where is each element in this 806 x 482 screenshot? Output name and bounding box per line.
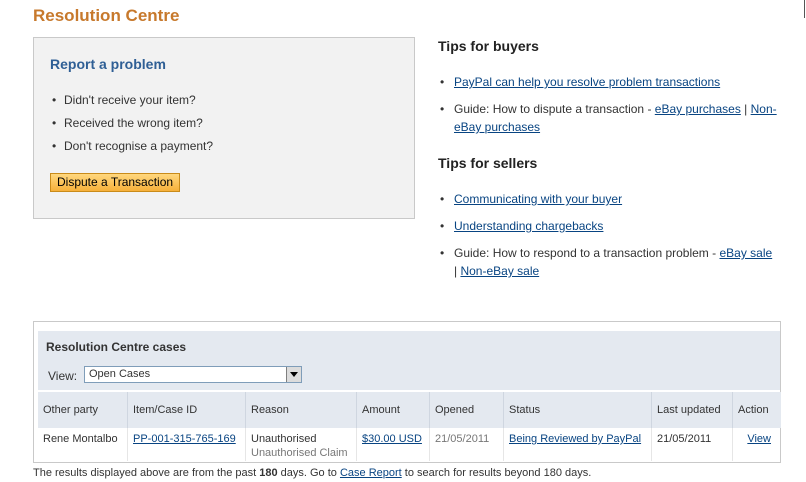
guide-text: Guide: How to respond to a transaction p… — [454, 246, 720, 260]
case-id-cell: PP-001-315-765-169 — [127, 428, 246, 461]
footnote-middle: days. Go to — [277, 467, 340, 479]
column-header: Action — [732, 392, 781, 428]
chargebacks-link[interactable]: Understanding chargebacks — [454, 219, 603, 233]
view-select-value: Open Cases — [89, 368, 151, 380]
column-header: Opened — [429, 392, 504, 428]
reason-text: Unauthorised — [251, 433, 317, 445]
ebay-purchases-link[interactable]: eBay purchases — [655, 102, 741, 116]
list-item: Didn't receive your item? — [52, 92, 213, 115]
list-item: Understanding chargebacks — [438, 217, 778, 235]
resolve-problems-link[interactable]: PayPal can help you resolve problem tran… — [454, 75, 720, 89]
cases-header: Resolution Centre cases — [38, 331, 780, 361]
page-title: Resolution Centre — [33, 6, 180, 25]
non-ebay-sale-link[interactable]: Non-eBay sale — [460, 264, 539, 278]
view-case-link[interactable]: View — [747, 433, 771, 445]
chevron-down-icon[interactable] — [286, 367, 301, 382]
other-party-cell: Rene Montalbo — [38, 428, 128, 461]
guide-text: Guide: How to dispute a transaction - — [454, 102, 655, 116]
divider — [804, 0, 805, 18]
list-item: PayPal can help you resolve problem tran… — [438, 73, 778, 91]
view-filter-row: View: Open Cases — [38, 360, 780, 390]
table-header-row: Other party Item/Case ID Reason Amount O… — [38, 392, 781, 428]
cases-title: Resolution Centre cases — [46, 340, 187, 354]
column-header: Last updated — [651, 392, 733, 428]
list-item: Guide: How to dispute a transaction - eB… — [438, 100, 778, 136]
status-link[interactable]: Being Reviewed by PayPal — [509, 433, 641, 445]
last-updated-cell: 21/05/2011 — [651, 428, 733, 461]
tips-for-sellers: Tips for sellers Communicating with your… — [438, 155, 778, 280]
action-cell: View — [733, 428, 782, 461]
column-header: Item/Case ID — [127, 392, 246, 428]
report-problem-panel: Report a problem Didn't receive your ite… — [33, 37, 415, 219]
table-row: Rene Montalbo PP-001-315-765-169 Unautho… — [38, 428, 781, 461]
report-problem-title: Report a problem — [50, 56, 166, 72]
status-cell: Being Reviewed by PayPal — [503, 428, 652, 461]
cases-panel: Resolution Centre cases View: Open Cases… — [33, 321, 781, 463]
tips-for-buyers: Tips for buyers PayPal can help you reso… — [438, 38, 778, 136]
reason-cell: Unauthorised Unauthorised Claim — [245, 428, 357, 461]
opened-cell: 21/05/2011 — [429, 428, 504, 461]
case-id-link[interactable]: PP-001-315-765-169 — [133, 433, 236, 445]
report-problem-list: Didn't receive your item? Received the w… — [52, 92, 213, 161]
column-header: Status — [503, 392, 652, 428]
column-header: Other party — [38, 392, 128, 428]
results-footnote: The results displayed above are from the… — [33, 467, 591, 479]
list-item: Received the wrong item? — [52, 115, 213, 138]
list-item: Communicating with your buyer — [438, 190, 778, 208]
communicating-buyer-link[interactable]: Communicating with your buyer — [454, 192, 622, 206]
dispute-transaction-button[interactable]: Dispute a Transaction — [50, 173, 181, 192]
footnote-suffix: to search for results beyond 180 days. — [401, 467, 592, 479]
footnote-prefix: The results displayed above are from the… — [33, 467, 260, 479]
case-report-link[interactable]: Case Report — [340, 467, 402, 479]
cases-table: Other party Item/Case ID Reason Amount O… — [38, 392, 781, 461]
column-header: Reason — [245, 392, 357, 428]
list-item: Don't recognise a payment? — [52, 138, 213, 161]
tips-buyers-heading: Tips for buyers — [438, 38, 539, 54]
tips-sellers-heading: Tips for sellers — [438, 155, 538, 171]
ebay-sale-link[interactable]: eBay sale — [719, 246, 772, 260]
amount-link[interactable]: $30.00 USD — [362, 433, 422, 445]
amount-cell: $30.00 USD — [356, 428, 430, 461]
reason-subtext: Unauthorised Claim — [251, 447, 348, 459]
column-header: Amount — [356, 392, 430, 428]
list-item: Guide: How to respond to a transaction p… — [438, 244, 778, 280]
separator: | — [740, 102, 751, 116]
footnote-days: 180 — [259, 467, 278, 479]
view-label: View: — [48, 369, 78, 383]
view-select[interactable]: Open Cases — [84, 366, 302, 383]
